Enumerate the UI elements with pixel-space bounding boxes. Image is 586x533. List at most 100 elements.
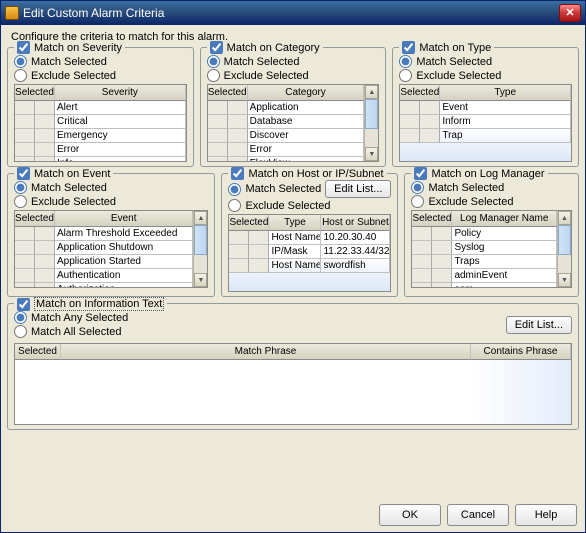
cell[interactable]: IP/Mask [269,245,321,259]
check-category[interactable] [210,41,223,54]
cell[interactable]: Database [248,115,365,129]
cell[interactable]: Application [248,101,365,115]
scrollbar[interactable]: ▲ ▼ [193,211,207,287]
col-log[interactable]: Log Manager Name [452,211,557,227]
radio-severity-exclude[interactable] [14,69,27,82]
cancel-button[interactable]: Cancel [447,504,509,526]
radio-host-match[interactable] [228,183,241,196]
scroll-thumb[interactable] [365,99,378,129]
radio-type-match[interactable] [399,55,412,68]
cell[interactable]: Policy [452,227,557,241]
col-selected[interactable]: Selected [208,85,248,101]
cell[interactable]: Error [248,143,365,157]
scroll-up-icon[interactable]: ▲ [558,211,571,225]
grid-type[interactable]: SelectedType Event Inform Trap [399,84,572,162]
col-selected[interactable]: Selected [15,344,61,360]
scroll-thumb[interactable] [194,225,207,255]
radio-log-match[interactable] [411,181,424,194]
cell[interactable]: asm [452,283,557,287]
radio-category-exclude[interactable] [207,69,220,82]
grid-category[interactable]: SelectedCategory Application Database Di… [207,84,380,162]
cell[interactable]: FlexView [248,157,365,161]
radio-label: Exclude Selected [31,196,116,208]
scroll-thumb[interactable] [558,225,571,255]
panel-event: Match on Event Match Selected Exclude Se… [7,173,215,297]
scroll-up-icon[interactable]: ▲ [194,211,207,225]
legend-info: Match on Information Text [14,297,167,311]
cell[interactable]: Authorization [55,283,193,287]
radio-log-exclude[interactable] [411,195,424,208]
col-severity[interactable]: Severity [55,85,186,101]
cell[interactable]: Alarm Threshold Exceeded [55,227,193,241]
scrollbar[interactable]: ▲ ▼ [364,85,378,161]
edit-list-button[interactable]: Edit List... [506,316,572,334]
cell[interactable]: Authentication [55,269,193,283]
cell[interactable]: Discover [248,129,365,143]
radio-label: Match Selected [428,182,504,194]
legend-type: Match on Type [399,41,494,54]
cell[interactable]: Alert [55,101,186,115]
cell[interactable]: Event [440,101,571,115]
radio-info-any[interactable] [14,311,27,324]
cell[interactable]: Error [55,143,186,157]
col-selected[interactable]: Selected [412,211,452,227]
grid-info[interactable]: Selected Match Phrase Contains Phrase [14,343,572,425]
cell[interactable]: Syslog [452,241,557,255]
legend-label: Match on Event [34,168,110,180]
radio-label: Exclude Selected [31,70,116,82]
radio-severity-match[interactable] [14,55,27,68]
radio-type-exclude[interactable] [399,69,412,82]
check-log[interactable] [414,167,427,180]
cell[interactable]: swordfish [321,259,390,273]
cell[interactable]: Critical [55,115,186,129]
check-type[interactable] [402,41,415,54]
col-selected[interactable]: Selected [15,85,55,101]
legend-label: Match on Category [227,42,320,54]
cell[interactable]: 11.22.33.44/32 [321,245,390,259]
radio-event-exclude[interactable] [14,195,27,208]
scrollbar[interactable]: ▲ ▼ [557,211,571,287]
check-host[interactable] [231,167,244,180]
radio-event-match[interactable] [14,181,27,194]
col-category[interactable]: Category [248,85,365,101]
edit-list-button[interactable]: Edit List... [325,180,391,198]
check-event[interactable] [17,167,30,180]
ok-button[interactable]: OK [379,504,441,526]
scroll-up-icon[interactable]: ▲ [365,85,378,99]
col-host[interactable]: Host or Subnet [321,215,390,231]
col-selected[interactable]: Selected [15,211,55,227]
scroll-down-icon[interactable]: ▼ [194,273,207,287]
col-type[interactable]: Type [440,85,571,101]
check-severity[interactable] [17,41,30,54]
col-type[interactable]: Type [269,215,321,231]
col-contains-phrase[interactable]: Contains Phrase [471,344,571,360]
col-match-phrase[interactable]: Match Phrase [61,344,471,360]
cell[interactable]: 10.20.30.40 [321,231,390,245]
radio-info-all[interactable] [14,325,27,338]
cell[interactable]: adminEvent [452,269,557,283]
radio-host-exclude[interactable] [228,199,241,212]
grid-event[interactable]: SelectedEvent Alarm Threshold Exceeded A… [14,210,208,288]
cell[interactable]: Host Name [269,259,321,273]
cell[interactable]: Info [55,157,186,161]
cell[interactable]: Inform [440,115,571,129]
grid-host[interactable]: Selected Type Host or Subnet Host Name10… [228,214,391,292]
help-button[interactable]: Help [515,504,577,526]
check-info[interactable] [17,298,30,311]
col-selected[interactable]: Selected [400,85,440,101]
app-icon [5,6,19,20]
cell[interactable]: Host Name [269,231,321,245]
radio-category-match[interactable] [207,55,220,68]
col-selected[interactable]: Selected [229,215,269,231]
grid-log[interactable]: SelectedLog Manager Name Policy Syslog T… [411,210,572,288]
cell[interactable]: Traps [452,255,557,269]
cell[interactable]: Emergency [55,129,186,143]
close-button[interactable]: ✕ [559,4,581,22]
scroll-down-icon[interactable]: ▼ [365,147,378,161]
scroll-down-icon[interactable]: ▼ [558,273,571,287]
cell[interactable]: Trap [440,129,571,143]
grid-severity[interactable]: SelectedSeverity Alert Critical Emergenc… [14,84,187,162]
col-event[interactable]: Event [55,211,193,227]
cell[interactable]: Application Shutdown [55,241,193,255]
cell[interactable]: Application Started [55,255,193,269]
